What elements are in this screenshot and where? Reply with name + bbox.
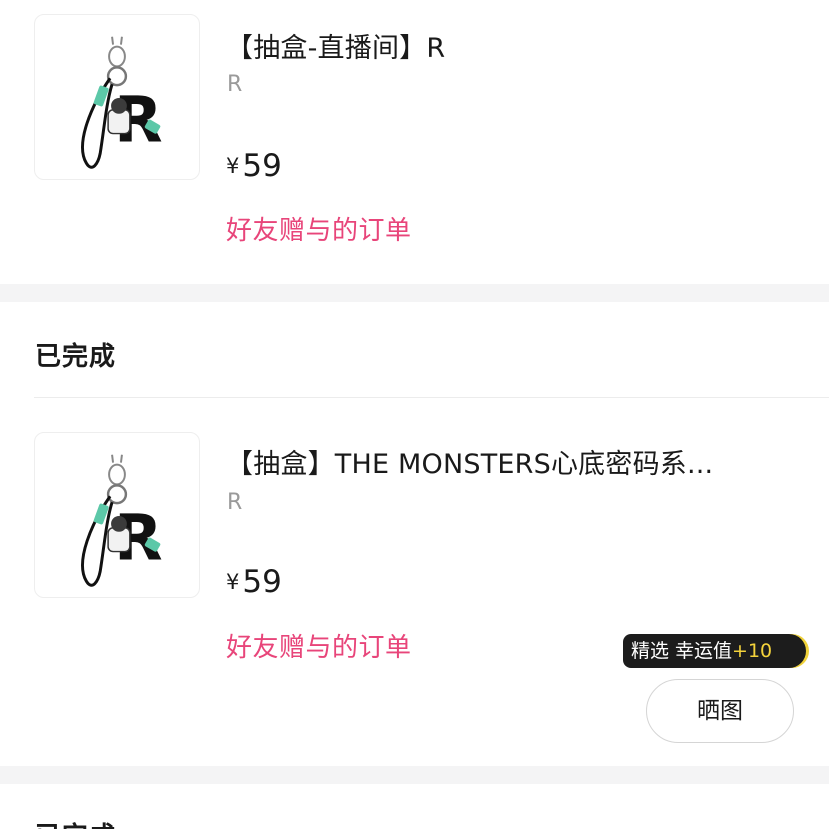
keychain-product-image: R xyxy=(81,36,163,169)
lucky-value-badge: 精选 幸运值+10 xyxy=(623,634,806,668)
product-title[interactable]: 【抽盒】THE MONSTERS心底密码系... xyxy=(226,442,713,481)
promo-label: 精选 幸运值 xyxy=(631,640,733,662)
product-thumbnail[interactable]: R xyxy=(34,14,200,180)
product-thumbnail[interactable]: R xyxy=(34,432,200,598)
section-gap xyxy=(0,766,829,784)
order-card[interactable]: R 【抽盒-直播间】R R ¥59 好友赠与的订单 xyxy=(0,0,829,284)
order-status: 已完成 xyxy=(35,816,116,829)
price-value: 59 xyxy=(242,148,282,184)
section-gap xyxy=(0,284,829,302)
currency-symbol: ¥ xyxy=(226,154,240,178)
product-price: ¥59 xyxy=(226,148,282,184)
product-price: ¥59 xyxy=(226,564,282,600)
keychain-product-image: R xyxy=(81,454,163,587)
product-title[interactable]: 【抽盒-直播间】R xyxy=(226,26,445,65)
gift-order-note: 好友赠与的订单 xyxy=(226,216,412,246)
product-variant: R xyxy=(227,72,243,97)
divider xyxy=(34,397,829,398)
gift-order-note: 好友赠与的订单 xyxy=(226,633,412,663)
product-variant: R xyxy=(227,490,243,515)
order-status: 已完成 xyxy=(35,342,117,372)
promo-bonus: +10 xyxy=(732,640,773,662)
price-value: 59 xyxy=(242,564,282,600)
order-card[interactable]: 已完成 xyxy=(0,784,829,829)
currency-symbol: ¥ xyxy=(226,570,240,594)
share-photo-button[interactable]: 晒图 xyxy=(646,679,794,743)
